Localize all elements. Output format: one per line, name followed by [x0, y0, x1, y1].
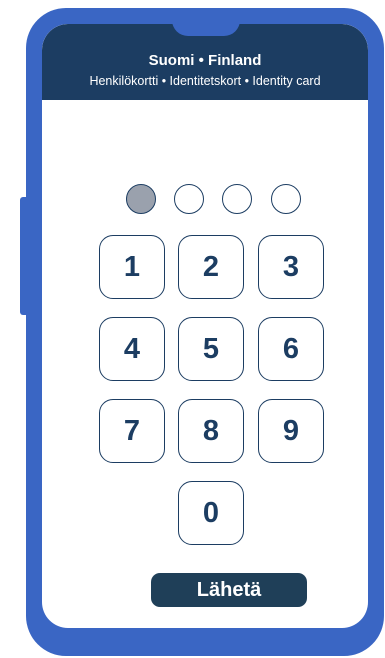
key-6[interactable]: 6 — [258, 317, 324, 381]
phone-screen: Suomi • Finland Henkilökortti • Identite… — [42, 24, 368, 628]
pin-dot-4 — [271, 184, 301, 214]
key-5[interactable]: 5 — [178, 317, 244, 381]
pin-dot-1 — [126, 184, 156, 214]
key-0[interactable]: 0 — [178, 481, 244, 545]
header-title: Suomi • Finland — [148, 52, 262, 69]
pin-dot-2 — [174, 184, 204, 214]
key-8[interactable]: 8 — [178, 399, 244, 463]
phone-notch — [172, 24, 240, 36]
header-subtitle: Henkilökortti • Identitetskort • Identit… — [89, 74, 321, 88]
pin-dot-3 — [222, 184, 252, 214]
submit-button[interactable]: Lähetä — [151, 573, 307, 607]
key-2[interactable]: 2 — [178, 235, 244, 299]
key-3[interactable]: 3 — [258, 235, 324, 299]
key-4[interactable]: 4 — [99, 317, 165, 381]
key-9[interactable]: 9 — [258, 399, 324, 463]
phone-frame: Suomi • Finland Henkilökortti • Identite… — [26, 8, 384, 656]
key-1[interactable]: 1 — [99, 235, 165, 299]
key-7[interactable]: 7 — [99, 399, 165, 463]
